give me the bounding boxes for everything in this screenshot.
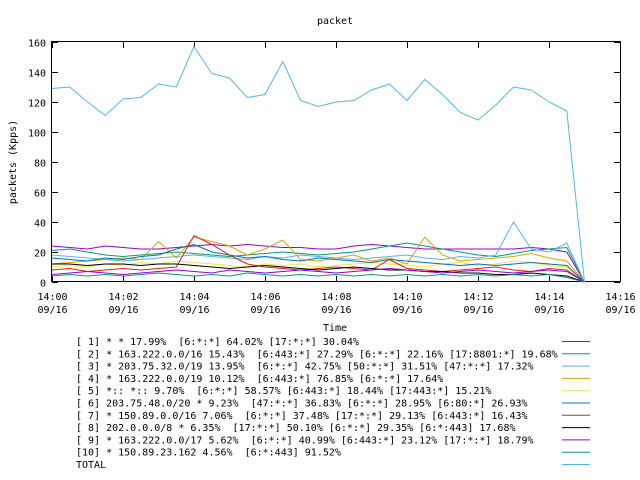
legend-entry-label: [ 6] 203.75.48.0/20 * 9.23% [47:*:*] 36.…: [76, 399, 528, 410]
y-tick-label: 140: [28, 69, 46, 80]
x-tick-date-label: 09/16: [321, 305, 351, 316]
y-tick-label: 20: [34, 249, 46, 260]
legend-entry-label: [ 9] * 163.222.0.0/17 5.62% [6:*:*] 40.9…: [76, 435, 534, 446]
legend-entry-label: [ 8] 202.0.0.0/8 * 6.35% [17:*:*] 50.10%…: [76, 423, 516, 434]
legend-entry-label: TOTAL: [76, 460, 106, 471]
x-tick-time-label: 14:02: [108, 292, 138, 303]
chart-title: packet: [317, 16, 353, 27]
x-tick-date-label: 09/16: [605, 305, 635, 316]
plot-border: [51, 41, 621, 282]
x-tick-time-label: 14:10: [392, 292, 422, 303]
x-tick-date-label: 09/16: [108, 305, 138, 316]
series-lines: [51, 45, 585, 283]
legend: [ 1] * * 17.99% [6:*:*] 64.02% [17:*:*] …: [76, 337, 590, 471]
y-tick-label: 80: [34, 159, 46, 170]
x-tick-date-label: 09/16: [463, 305, 493, 316]
x-tick-time-label: 14:06: [250, 292, 280, 303]
y-axis-label: packets (Kpps): [8, 120, 19, 204]
y-tick-label: 0: [40, 279, 46, 290]
legend-entry-label: [ 7] * 150.89.0.0/16 7.06% [6:*:*] 37.48…: [76, 411, 528, 422]
x-tick-time-label: 14:14: [534, 292, 564, 303]
x-tick-time-label: 14:04: [179, 292, 209, 303]
x-tick-time-label: 14:08: [321, 292, 351, 303]
y-tick-label: 60: [34, 189, 46, 200]
x-axis-label: Time: [323, 323, 347, 334]
x-tick-date-label: 09/16: [534, 305, 564, 316]
x-tick-time-label: 14:00: [37, 292, 67, 303]
y-axis-ticks: 0 20 40 60 80 100 120 140 160: [28, 39, 620, 290]
y-tick-label: 100: [28, 129, 46, 140]
legend-entry-label: [10] * 150.89.23.162 4.56% [6:*:443] 91.…: [76, 448, 341, 459]
legend-entry-label: [ 4] * 163.222.0.0/19 10.12% [6:443:*] 7…: [76, 374, 443, 385]
series-line-3: [51, 221, 585, 283]
legend-entry-label: [ 5] *:: *:: 9.70% [6:*:*] 58.57% [6:443…: [76, 386, 491, 397]
x-tick-time-label: 14:12: [463, 292, 493, 303]
y-tick-label: 40: [34, 219, 46, 230]
y-tick-label: 160: [28, 39, 46, 50]
x-tick-date-label: 09/16: [250, 305, 280, 316]
x-tick-date-label: 09/16: [392, 305, 422, 316]
x-tick-date-label: 09/16: [179, 305, 209, 316]
legend-entry-label: [ 1] * * 17.99% [6:*:*] 64.02% [17:*:*] …: [76, 337, 359, 348]
y-tick-label: 120: [28, 99, 46, 110]
packet-line-chart: packet packets (Kpps) Time 0 20 40 60 80 100 1…: [8, 16, 636, 471]
x-tick-time-label: 14:16: [605, 292, 635, 303]
legend-entry-label: [ 2] * 163.222.0.0/16 15.43% [6:443:*] 2…: [76, 349, 558, 360]
legend-entry-label: [ 3] * 203.75.32.0/19 13.95% [6:*:*] 42.…: [76, 362, 534, 373]
x-tick-date-label: 09/16: [37, 305, 67, 316]
series-line-11: [51, 45, 585, 283]
